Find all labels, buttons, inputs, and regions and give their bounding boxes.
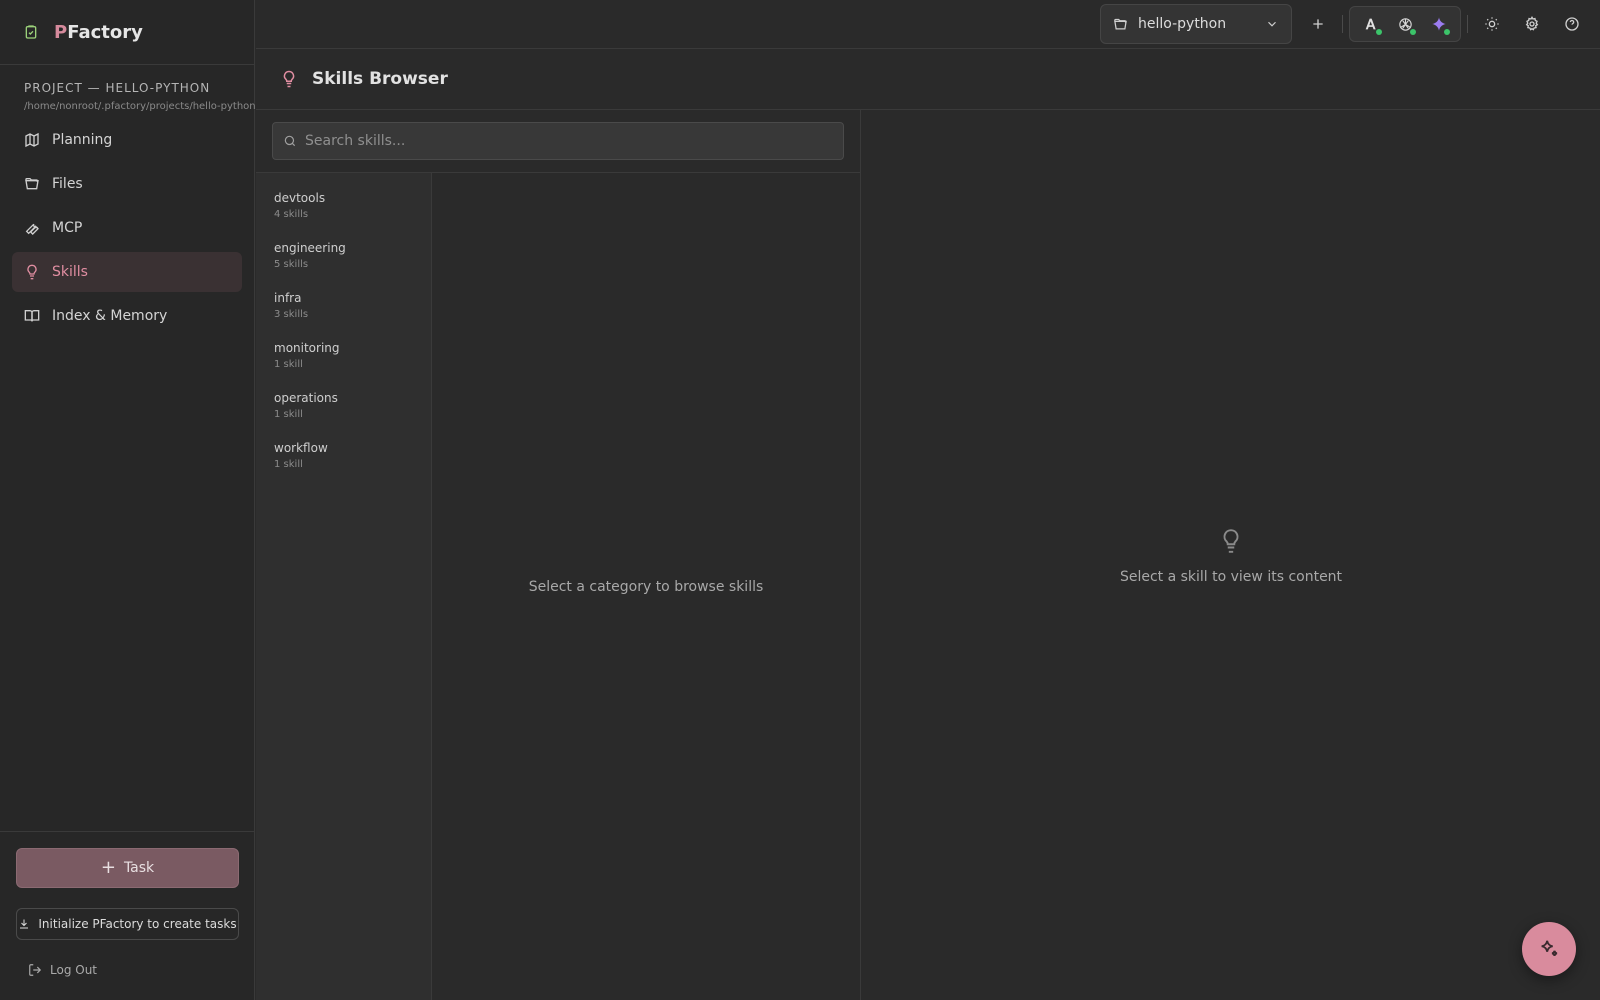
sparkles-icon: [1538, 938, 1560, 960]
divider: [1342, 15, 1343, 33]
lightbulb-icon: [280, 69, 298, 89]
status-online-dot: [1410, 29, 1416, 35]
lightbulb-icon: [24, 264, 40, 280]
category-count: 1 skill: [274, 459, 303, 470]
logout-icon: [28, 963, 42, 977]
theme-toggle-button[interactable]: [1474, 6, 1510, 42]
brand[interactable]: PFactory: [0, 0, 254, 65]
skill-content-pane: Select a skill to view its content: [862, 110, 1600, 1000]
gear-icon: [1524, 16, 1540, 32]
category-count: 1 skill: [274, 409, 303, 420]
folder-open-icon: [24, 176, 40, 192]
category-item-engineering[interactable]: engineering 5 skills: [256, 237, 431, 287]
page-title: Skills Browser: [312, 69, 448, 89]
sidebar: PFactory PROJECT — HELLO-PYTHON /home/no…: [0, 0, 256, 1000]
sidebar-item-label: Files: [52, 176, 83, 192]
search-icon: [283, 134, 297, 148]
skill-list-empty-state: Select a category to browse skills: [432, 173, 860, 1000]
ai-assistant-button[interactable]: [1522, 922, 1576, 976]
page-header: Skills Browser: [256, 49, 1600, 110]
sidebar-item-files[interactable]: Files: [12, 164, 242, 204]
brand-name: PFactory: [54, 21, 143, 43]
clipboard-check-icon: [20, 21, 42, 43]
project-select[interactable]: hello-python: [1100, 4, 1292, 44]
category-name: operations: [274, 391, 338, 405]
plus-icon: +: [100, 857, 116, 878]
status-online-dot: [1376, 29, 1382, 35]
skills-empty-message: Select a category to browse skills: [528, 578, 764, 595]
logout-button[interactable]: Log Out: [16, 956, 239, 984]
category-item-operations[interactable]: operations 1 skill: [256, 387, 431, 437]
agent-provider-group: [1349, 6, 1461, 42]
wrench-icon: [24, 220, 40, 236]
help-button[interactable]: [1554, 6, 1590, 42]
search-bar: [256, 110, 860, 173]
initialize-button[interactable]: Initialize PFactory to create tasks: [16, 908, 239, 940]
map-icon: [24, 132, 40, 148]
category-name: infra: [274, 291, 302, 305]
top-bar: hello-python: [256, 0, 1600, 49]
sun-icon: [1484, 16, 1500, 32]
divider: [1467, 15, 1468, 33]
category-count: 3 skills: [274, 309, 309, 320]
project-select-value: hello-python: [1138, 16, 1227, 32]
category-count: 1 skill: [274, 359, 303, 370]
search-box[interactable]: [272, 122, 844, 160]
help-circle-icon: [1564, 16, 1580, 32]
project-title: PROJECT — HELLO-PYTHON: [24, 81, 211, 95]
category-count: 5 skills: [274, 259, 309, 270]
category-list: devtools 4 skills engineering 5 skills i…: [256, 173, 432, 1000]
search-input[interactable]: [305, 133, 843, 149]
category-name: engineering: [274, 241, 346, 255]
category-name: monitoring: [274, 341, 340, 355]
book-open-icon: [24, 308, 40, 324]
project-path: /home/nonroot/.pfactory/projects/hello-p…: [24, 101, 256, 112]
anthropic-agent-button[interactable]: [1354, 7, 1388, 41]
sidebar-item-skills[interactable]: Skills: [12, 252, 242, 292]
settings-button[interactable]: [1514, 6, 1550, 42]
sidebar-footer: + Task Initialize PFactory to create tas…: [0, 831, 255, 1000]
category-count: 4 skills: [274, 209, 309, 220]
content-empty-message: Select a skill to view its content: [1119, 569, 1343, 585]
sidebar-item-label: Index & Memory: [52, 308, 168, 324]
category-name: workflow: [274, 441, 328, 455]
plus-icon: [1310, 16, 1326, 32]
sidebar-item-label: MCP: [52, 220, 83, 236]
category-name: devtools: [274, 191, 326, 205]
project-header: PROJECT — HELLO-PYTHON /home/nonroot/.pf…: [0, 65, 256, 112]
category-item-workflow[interactable]: workflow 1 skill: [256, 437, 431, 487]
sidebar-item-planning[interactable]: Planning: [12, 120, 242, 160]
sidebar-item-label: Skills: [52, 264, 88, 280]
gemini-agent-button[interactable]: [1422, 7, 1456, 41]
sidebar-item-mcp[interactable]: MCP: [12, 208, 242, 248]
category-item-infra[interactable]: infra 3 skills: [256, 287, 431, 337]
category-item-devtools[interactable]: devtools 4 skills: [256, 187, 431, 237]
add-project-button[interactable]: [1300, 6, 1336, 42]
skills-browser-pane: devtools 4 skills engineering 5 skills i…: [256, 110, 861, 1000]
lightbulb-icon: [1218, 525, 1244, 557]
sidebar-item-index-memory[interactable]: Index & Memory: [12, 296, 242, 336]
category-item-monitoring[interactable]: monitoring 1 skill: [256, 337, 431, 387]
chevron-down-icon: [1265, 17, 1279, 31]
openai-agent-button[interactable]: [1388, 7, 1422, 41]
status-online-dot: [1444, 29, 1450, 35]
sidebar-nav: Planning Files MCP Skills Index & Memory: [0, 112, 254, 336]
new-task-button[interactable]: + Task: [16, 848, 239, 888]
download-icon: [18, 918, 30, 930]
sidebar-item-label: Planning: [52, 132, 113, 148]
folder-icon: [1113, 17, 1128, 32]
